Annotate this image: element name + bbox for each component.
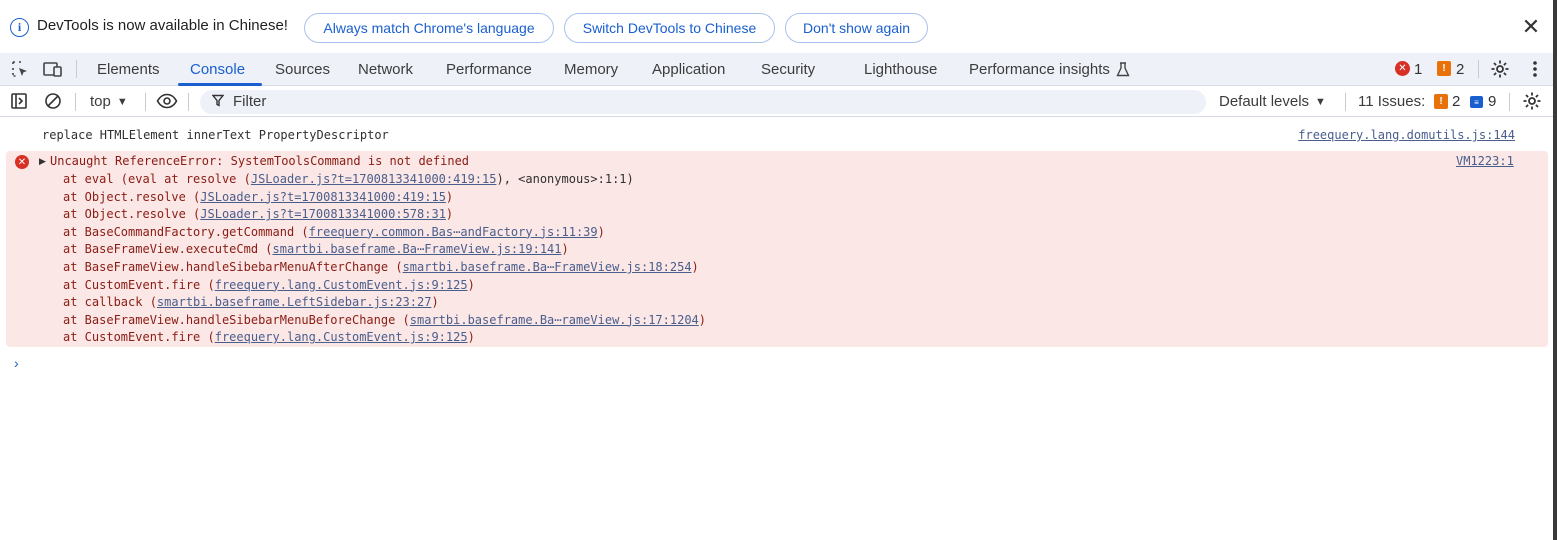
tab-performance[interactable]: Performance — [446, 53, 532, 86]
stack-frame-link[interactable]: JSLoader.js?t=1700813341000:578:31 — [200, 207, 446, 221]
stack-frame: at BaseCommandFactory.getCommand (freequ… — [63, 224, 605, 239]
toolbar-divider — [1345, 93, 1346, 111]
tab-network[interactable]: Network — [358, 53, 413, 86]
console-toolbar: top ▼ Filter Default levels ▼ 11 Issues:… — [0, 86, 1553, 117]
stack-frame: at BaseFrameView.handleSibebarMenuBefore… — [63, 312, 706, 327]
toolbar-divider — [1478, 60, 1479, 78]
warning-count-icon[interactable]: ! — [1437, 61, 1451, 76]
sidebar-toggle-icon[interactable] — [8, 91, 30, 111]
error-icon: ✕ — [15, 155, 29, 169]
experiment-flask-icon — [1116, 62, 1130, 77]
issues-label: 11 Issues: — [1358, 93, 1426, 110]
infobar-message: DevTools is now available in Chinese! — [37, 17, 288, 34]
console-log-message: replace HTMLElement innerText PropertyDe… — [42, 128, 389, 142]
stack-frame-link[interactable]: smartbi.baseframe.Ba⋯FrameView.js:19:141 — [273, 242, 562, 256]
stack-frame-link[interactable]: freequery.lang.CustomEvent.js:9:125 — [215, 330, 468, 344]
stack-frame-link[interactable]: freequery.common.Bas⋯andFactory.js:11:39 — [309, 225, 598, 239]
toolbar-divider — [188, 93, 189, 111]
tab-sources[interactable]: Sources — [275, 53, 330, 86]
stack-frame: at BaseFrameView.executeCmd (smartbi.bas… — [63, 242, 569, 257]
inspect-element-icon[interactable] — [9, 59, 31, 79]
always-match-language-button[interactable]: Always match Chrome's language — [304, 13, 554, 43]
stack-frame: at BaseFrameView.handleSibebarMenuAfterC… — [63, 259, 699, 274]
stack-frame-link[interactable]: smartbi.baseframe.Ba⋯rameView.js:17:1204 — [410, 313, 699, 327]
error-text: Uncaught ReferenceError: SystemToolsComm… — [50, 154, 470, 168]
issues-warning-icon: ! — [1434, 94, 1448, 109]
error-source-link[interactable]: VM1223:1 — [1456, 154, 1514, 168]
stack-frame: at eval (eval at resolve (JSLoader.js?t=… — [63, 172, 634, 186]
tab-console[interactable]: Console — [190, 53, 245, 86]
context-selector[interactable]: top ▼ — [90, 86, 128, 117]
expand-triangle-icon[interactable]: ▶ — [39, 156, 46, 167]
stack-frame: at Object.resolve (JSLoader.js?t=1700813… — [63, 207, 454, 222]
log-levels-value: Default levels — [1219, 93, 1310, 110]
chevron-down-icon: ▼ — [1315, 95, 1326, 108]
error-count[interactable]: 1 — [1414, 61, 1422, 78]
devtools-tab-bar: Elements Console Sources Network Perform… — [0, 53, 1553, 86]
settings-gear-icon[interactable] — [1489, 59, 1511, 79]
language-infobar: i DevTools is now available in Chinese! … — [0, 0, 1557, 54]
info-icon: i — [10, 18, 29, 37]
error-stack-trace: at eval (eval at resolve (JSLoader.js?t=… — [63, 171, 706, 347]
stack-frame-link[interactable]: freequery.lang.CustomEvent.js:9:125 — [215, 278, 468, 292]
stack-frame: at CustomEvent.fire (freequery.lang.Cust… — [63, 330, 475, 345]
tab-elements[interactable]: Elements — [97, 53, 160, 86]
dont-show-again-button[interactable]: Don't show again — [785, 13, 928, 43]
log-levels-dropdown[interactable]: Default levels ▼ — [1219, 86, 1326, 117]
console-settings-gear-icon[interactable] — [1521, 91, 1543, 111]
window-edge — [1553, 0, 1557, 540]
issues-warning-count: 2 — [1452, 93, 1461, 110]
toolbar-divider — [145, 93, 146, 111]
stack-frame-link[interactable]: smartbi.baseframe.Ba⋯FrameView.js:18:254 — [403, 260, 692, 274]
toolbar-divider — [76, 60, 77, 78]
switch-to-chinese-button[interactable]: Switch DevTools to Chinese — [564, 13, 775, 43]
filter-input[interactable] — [200, 90, 1206, 114]
tab-performance-insights-label: Performance insights — [969, 61, 1110, 78]
tab-application[interactable]: Application — [652, 53, 725, 86]
toolbar-divider — [1509, 93, 1510, 111]
stack-frame: at Object.resolve (JSLoader.js?t=1700813… — [63, 189, 454, 204]
filter-placeholder: Filter — [233, 93, 267, 110]
close-infobar-icon[interactable]: ✕ — [1520, 14, 1542, 40]
stack-frame-link[interactable]: JSLoader.js?t=1700813341000:419:15 — [251, 172, 497, 186]
live-expression-eye-icon[interactable] — [156, 91, 178, 111]
stack-frame: at callback (smartbi.baseframe.LeftSideb… — [63, 295, 439, 310]
chevron-down-icon: ▼ — [116, 95, 128, 108]
clear-console-icon[interactable] — [42, 91, 64, 111]
console-prompt-chevron-icon[interactable]: › — [14, 355, 19, 371]
filter-funnel-icon — [211, 94, 225, 110]
issues-info-icon: ≡ — [1470, 96, 1483, 108]
tab-security[interactable]: Security — [761, 53, 815, 86]
stack-frame: at CustomEvent.fire (freequery.lang.Cust… — [63, 277, 475, 292]
console-log-source-link[interactable]: freequery.lang.domutils.js:144 — [1298, 128, 1515, 142]
stack-frame-link[interactable]: JSLoader.js?t=1700813341000:419:15 — [200, 190, 446, 204]
tab-performance-insights[interactable]: Performance insights — [969, 53, 1130, 86]
issues-counter[interactable]: 11 Issues: — [1358, 86, 1425, 117]
device-toolbar-icon[interactable] — [42, 59, 64, 79]
context-selector-value: top — [90, 93, 111, 110]
error-count-icon[interactable]: ✕ — [1395, 61, 1410, 76]
tab-memory[interactable]: Memory — [564, 53, 618, 86]
more-options-icon[interactable] — [1524, 59, 1546, 79]
tab-lighthouse[interactable]: Lighthouse — [864, 53, 937, 86]
issues-info-count: 9 — [1488, 93, 1497, 110]
toolbar-divider — [75, 93, 76, 111]
warning-count[interactable]: 2 — [1456, 61, 1464, 78]
stack-frame-link[interactable]: smartbi.baseframe.LeftSidebar.js:23:27 — [157, 295, 432, 309]
